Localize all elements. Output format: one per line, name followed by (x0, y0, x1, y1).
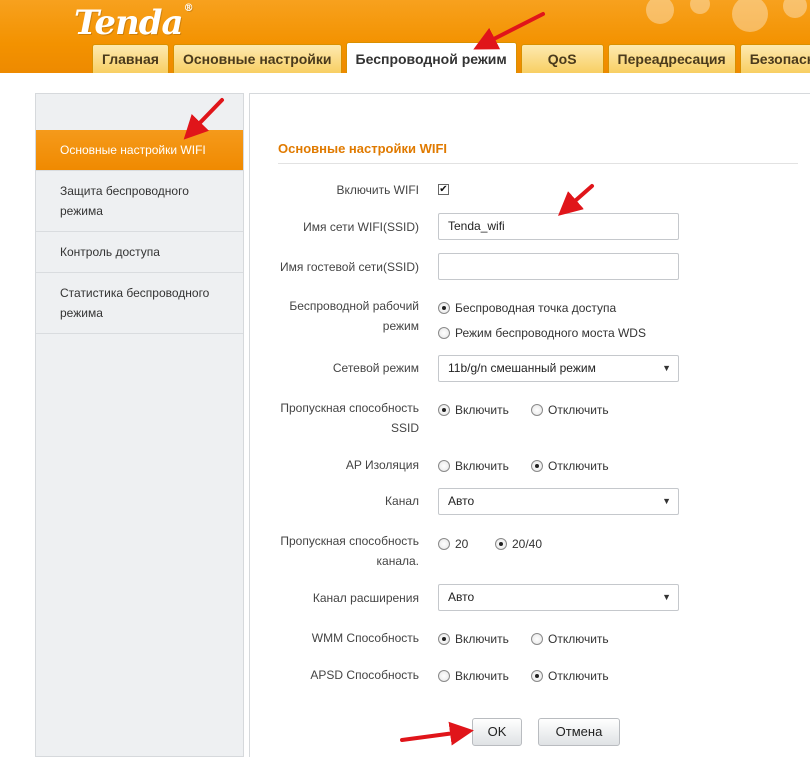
bandwidth-label-line2: канала. (376, 554, 420, 568)
wireless-mode-label: Беспроводной рабочий режим (289, 296, 419, 336)
ap-isolation-on-radio[interactable] (438, 460, 450, 472)
apsd-off-radio[interactable] (531, 670, 543, 682)
main-nav-tabs: Главная Основные настройки Беспроводной … (92, 42, 810, 73)
tab-qos[interactable]: QoS (520, 44, 604, 73)
tab-wireless[interactable]: Беспроводной режим (345, 42, 517, 73)
channel-value: Авто (448, 494, 475, 508)
sidebar-item-wifi-basic[interactable]: Основные настройки WIFI (36, 130, 243, 171)
tab-basic-settings[interactable]: Основные настройки (172, 44, 342, 73)
enable-wifi-label: Включить WIFI (336, 183, 420, 197)
ssid-broadcast-on-label: Включить (455, 403, 509, 417)
wireless-mode-label-line1: Беспроводной рабочий (289, 299, 419, 313)
wmm-off-radio[interactable] (531, 633, 543, 645)
bandwidth-20-radio[interactable] (438, 538, 450, 550)
ssid-broadcast-off-radio[interactable] (531, 404, 543, 416)
ok-button[interactable]: OK (472, 718, 522, 746)
ssid-broadcast-label: Пропускная способность SSID (280, 398, 419, 438)
apsd-label: APSD Способность (310, 668, 419, 682)
tenda-logo: Tenda® (74, 3, 194, 43)
bandwidth-20-label: 20 (455, 537, 469, 551)
sidebar: Основные настройки WIFI Защита беспровод… (35, 93, 244, 757)
ssid-broadcast-label-line2: SSID (390, 421, 419, 435)
tab-forwarding[interactable]: Переадресация (607, 44, 736, 73)
sidebar-item-label: Статистика беспроводного режима (60, 286, 210, 320)
ext-channel-value: Авто (448, 590, 475, 604)
ssid-broadcast-on-radio[interactable] (438, 404, 450, 416)
net-mode-value: 11b/g/n смешанный режим (448, 361, 596, 375)
apsd-on-radio[interactable] (438, 670, 450, 682)
enable-wifi-checkbox[interactable]: ✔ (438, 184, 449, 195)
mode-ap-radio[interactable] (438, 302, 450, 314)
ext-channel-label: Канал расширения (312, 591, 419, 605)
wmm-label: WMM Способность (311, 631, 419, 645)
mode-wds-radio[interactable] (438, 327, 450, 339)
tab-home[interactable]: Главная (92, 44, 169, 73)
wmm-off-label: Отключить (548, 632, 609, 646)
guest-ssid-label: Имя гостевой сети(SSID) (280, 260, 419, 274)
ap-isolation-off-label: Отключить (548, 459, 609, 473)
header-decoration (646, 0, 807, 32)
net-mode-label: Сетевой режим (332, 361, 419, 375)
page-title: Основные настройки WIFI (278, 141, 448, 156)
header-bar: Tenda® Главная Основные настройки Беспро… (0, 0, 810, 73)
mode-ap-label: Беспроводная точка доступа (455, 301, 617, 315)
sidebar-item-access-control[interactable]: Контроль доступа (36, 232, 243, 273)
ssid-input[interactable]: Tenda_wifi (438, 213, 679, 240)
net-mode-select[interactable]: 11b/g/n смешанный режим (438, 355, 679, 382)
bandwidth-2040-radio[interactable] (495, 538, 507, 550)
bandwidth-label-line1: Пропускная способность (280, 534, 419, 548)
ext-channel-select[interactable]: Авто (438, 584, 679, 611)
sidebar-item-wireless-security[interactable]: Защита беспроводного режима (36, 171, 243, 232)
ap-isolation-on-label: Включить (455, 459, 509, 473)
sidebar-item-label: Основные настройки WIFI (60, 143, 206, 157)
wireless-mode-label-line2: режим (382, 319, 419, 333)
wmm-on-radio[interactable] (438, 633, 450, 645)
bandwidth-2040-label: 20/40 (512, 537, 543, 551)
apsd-on-label: Включить (455, 669, 509, 683)
tab-security[interactable]: Безопасно (739, 44, 810, 73)
mode-wds-label: Режим беспроводного моста WDS (455, 326, 646, 340)
sidebar-item-label: Защита беспроводного режима (60, 184, 189, 218)
sidebar-item-label: Контроль доступа (60, 245, 160, 259)
apsd-off-label: Отключить (548, 669, 609, 683)
wmm-on-label: Включить (455, 632, 509, 646)
channel-select[interactable]: Авто (438, 488, 679, 515)
guest-ssid-input[interactable] (438, 253, 679, 280)
ap-isolation-label: AP Изоляция (345, 458, 419, 472)
bandwidth-label: Пропускная способность канала. (280, 531, 419, 571)
cancel-button[interactable]: Отмена (538, 718, 620, 746)
ap-isolation-off-radio[interactable] (531, 460, 543, 472)
sidebar-item-wireless-stats[interactable]: Статистика беспроводного режима (36, 273, 243, 334)
title-divider (278, 163, 798, 164)
ssid-broadcast-label-line1: Пропускная способность (280, 401, 419, 415)
ssid-broadcast-off-label: Отключить (548, 403, 609, 417)
ssid-label: Имя сети WIFI(SSID) (303, 220, 419, 234)
channel-label: Канал (385, 494, 419, 508)
